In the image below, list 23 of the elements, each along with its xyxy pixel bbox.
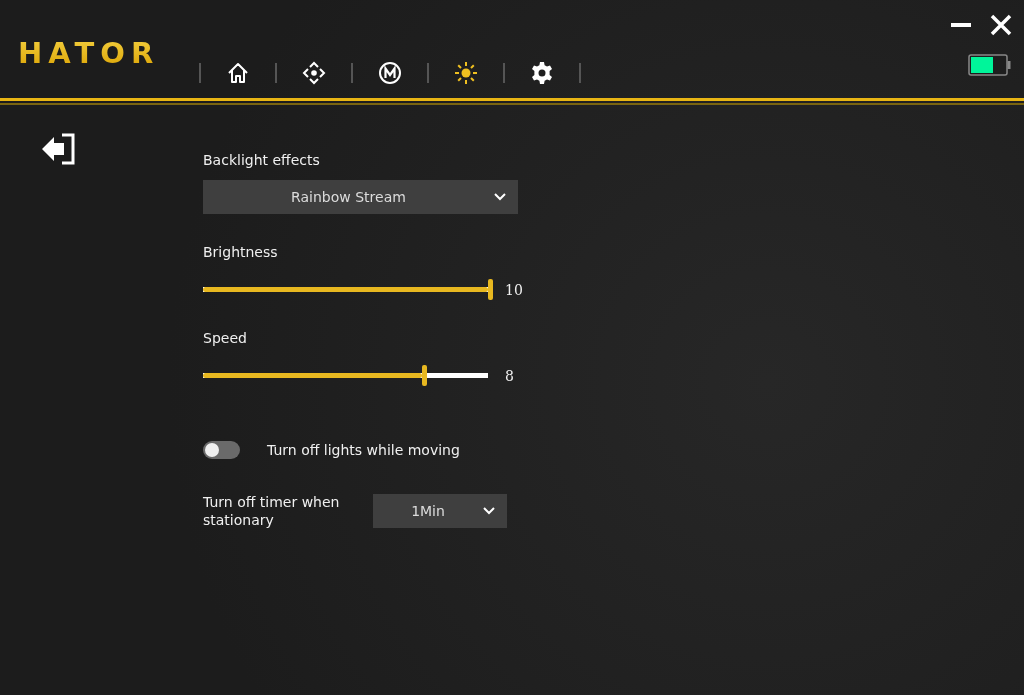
battery-icon: [968, 54, 1012, 76]
slider-thumb[interactable]: [421, 365, 427, 386]
slider-label: Speed: [203, 330, 248, 346]
dropdown-value: Rainbow Stream: [290, 189, 407, 205]
timer-dropdown[interactable]: 1Min: [373, 494, 507, 528]
letter-m-icon: [378, 61, 403, 85]
effect-dropdown[interactable]: Rainbow Stream: [203, 180, 518, 214]
slider-value: 10: [505, 281, 523, 298]
close-icon[interactable]: [990, 14, 1012, 36]
gear-icon: [530, 61, 555, 85]
section-label: Backlight effects: [203, 152, 321, 168]
slider-label: Brightness: [203, 244, 279, 260]
timer-label: Turn off timer when stationary: [203, 493, 341, 529]
dropdown-value: 1Min: [410, 503, 446, 519]
sun-icon: [454, 61, 479, 85]
toggle-switch[interactable]: [203, 441, 240, 459]
chevron-down-icon: [494, 193, 506, 201]
toggle-label: Turn off lights while moving: [267, 442, 460, 458]
exit-icon[interactable]: [40, 133, 76, 165]
slider-thumb[interactable]: [488, 279, 493, 300]
chevron-down-icon: [483, 507, 495, 515]
slider-value: 8: [505, 367, 514, 384]
arrows-icon: [302, 61, 327, 85]
